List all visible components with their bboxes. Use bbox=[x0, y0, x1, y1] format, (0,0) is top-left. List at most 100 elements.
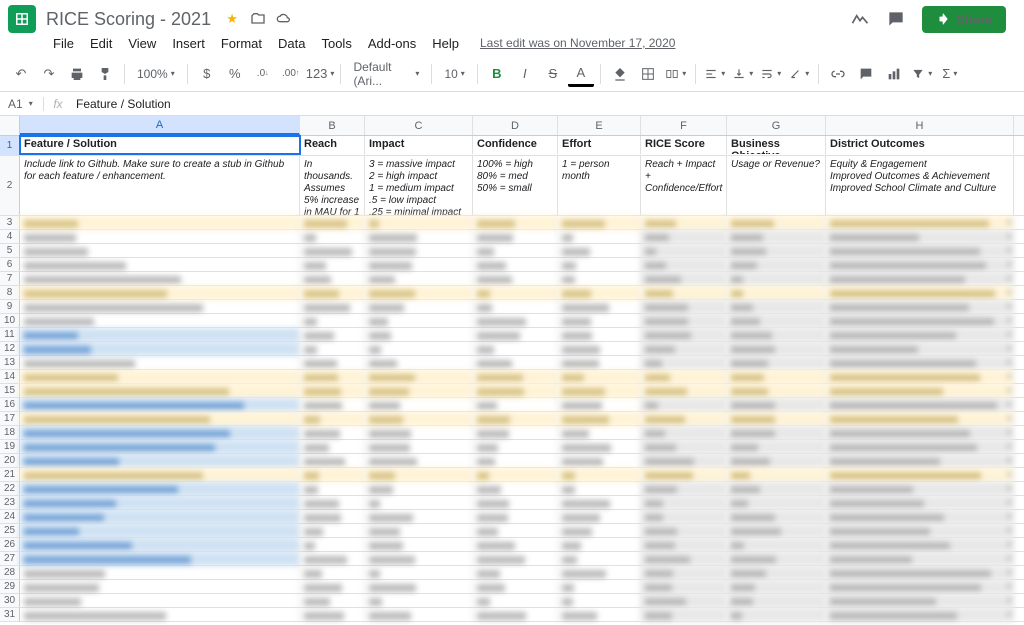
cell-B16[interactable] bbox=[300, 398, 365, 412]
row-header-6[interactable]: 6 bbox=[0, 258, 20, 271]
cell-A14[interactable] bbox=[20, 370, 300, 384]
cell-F6[interactable] bbox=[641, 258, 727, 272]
cell-D9[interactable] bbox=[473, 300, 558, 314]
cell-A27[interactable] bbox=[20, 552, 300, 566]
paint-format-icon[interactable] bbox=[92, 61, 118, 87]
cell-H15[interactable]: ▾ bbox=[826, 384, 1014, 398]
cell-H31[interactable]: ▾ bbox=[826, 608, 1014, 622]
col-header-E[interactable]: E bbox=[558, 116, 641, 135]
cell-G26[interactable] bbox=[727, 538, 826, 552]
cell-B4[interactable] bbox=[300, 230, 365, 244]
cell-D1[interactable]: Confidence bbox=[473, 136, 558, 154]
cell-E21[interactable] bbox=[558, 468, 641, 482]
doc-title[interactable]: RICE Scoring - 2021 bbox=[46, 9, 211, 30]
row-header-1[interactable]: 1 bbox=[0, 136, 20, 155]
cell-G24[interactable] bbox=[727, 510, 826, 524]
cell-H17[interactable]: ▾ bbox=[826, 412, 1014, 426]
cell-H26[interactable]: ▾ bbox=[826, 538, 1014, 552]
cell-E8[interactable] bbox=[558, 286, 641, 300]
cell-A8[interactable] bbox=[20, 286, 300, 300]
print-icon[interactable] bbox=[64, 61, 90, 87]
cell-C12[interactable] bbox=[365, 342, 473, 356]
menu-addons[interactable]: Add-ons bbox=[361, 34, 423, 53]
cell-G13[interactable] bbox=[727, 356, 826, 370]
cell-F25[interactable] bbox=[641, 524, 727, 538]
cell-D14[interactable] bbox=[473, 370, 558, 384]
cell-E3[interactable] bbox=[558, 216, 641, 230]
cell-E28[interactable] bbox=[558, 566, 641, 580]
cell-A17[interactable] bbox=[20, 412, 300, 426]
cell-F22[interactable] bbox=[641, 482, 727, 496]
col-header-D[interactable]: D bbox=[473, 116, 558, 135]
cell-D23[interactable] bbox=[473, 496, 558, 510]
row-header-16[interactable]: 16 bbox=[0, 398, 20, 411]
cell-H23[interactable]: ▾ bbox=[826, 496, 1014, 510]
text-wrap-button[interactable] bbox=[758, 61, 784, 87]
cell-B19[interactable] bbox=[300, 440, 365, 454]
cell-B14[interactable] bbox=[300, 370, 365, 384]
cell-G16[interactable] bbox=[727, 398, 826, 412]
cell-D29[interactable] bbox=[473, 580, 558, 594]
cell-G4[interactable] bbox=[727, 230, 826, 244]
cell-A24[interactable] bbox=[20, 510, 300, 524]
cell-D16[interactable] bbox=[473, 398, 558, 412]
cell-C27[interactable] bbox=[365, 552, 473, 566]
cell-B2[interactable]: In thousands. Assumes 5% increase in MAU… bbox=[300, 156, 365, 215]
cell-C9[interactable] bbox=[365, 300, 473, 314]
cell-C18[interactable] bbox=[365, 426, 473, 440]
cell-F29[interactable] bbox=[641, 580, 727, 594]
cell-H6[interactable]: ▾ bbox=[826, 258, 1014, 272]
cell-H2[interactable]: Equity & Engagement Improved Outcomes & … bbox=[826, 156, 1014, 215]
row-header-24[interactable]: 24 bbox=[0, 510, 20, 523]
share-button[interactable]: Share bbox=[922, 6, 1006, 33]
row-header-28[interactable]: 28 bbox=[0, 566, 20, 579]
cell-D27[interactable] bbox=[473, 552, 558, 566]
cell-G8[interactable] bbox=[727, 286, 826, 300]
row-header-27[interactable]: 27 bbox=[0, 552, 20, 565]
functions-button[interactable]: Σ bbox=[937, 61, 963, 87]
cell-D8[interactable] bbox=[473, 286, 558, 300]
row-header-22[interactable]: 22 bbox=[0, 482, 20, 495]
cell-E16[interactable] bbox=[558, 398, 641, 412]
cell-E15[interactable] bbox=[558, 384, 641, 398]
cell-E27[interactable] bbox=[558, 552, 641, 566]
cell-D6[interactable] bbox=[473, 258, 558, 272]
cell-H11[interactable]: ▾ bbox=[826, 328, 1014, 342]
percent-button[interactable]: % bbox=[222, 61, 248, 87]
cell-G22[interactable] bbox=[727, 482, 826, 496]
menu-help[interactable]: Help bbox=[425, 34, 466, 53]
row-header-13[interactable]: 13 bbox=[0, 356, 20, 369]
cell-B21[interactable] bbox=[300, 468, 365, 482]
cell-C23[interactable] bbox=[365, 496, 473, 510]
cell-G18[interactable] bbox=[727, 426, 826, 440]
cell-F9[interactable] bbox=[641, 300, 727, 314]
cell-B7[interactable] bbox=[300, 272, 365, 286]
cell-D24[interactable] bbox=[473, 510, 558, 524]
cell-D28[interactable] bbox=[473, 566, 558, 580]
cell-H25[interactable]: ▾ bbox=[826, 524, 1014, 538]
menu-format[interactable]: Format bbox=[214, 34, 269, 53]
cell-A3[interactable] bbox=[20, 216, 300, 230]
row-header-26[interactable]: 26 bbox=[0, 538, 20, 551]
cell-B5[interactable] bbox=[300, 244, 365, 258]
cell-B12[interactable] bbox=[300, 342, 365, 356]
cell-E20[interactable] bbox=[558, 454, 641, 468]
cell-C20[interactable] bbox=[365, 454, 473, 468]
cell-E23[interactable] bbox=[558, 496, 641, 510]
cell-C6[interactable] bbox=[365, 258, 473, 272]
row-header-2[interactable]: 2 bbox=[0, 156, 20, 215]
cell-G9[interactable] bbox=[727, 300, 826, 314]
col-header-G[interactable]: G bbox=[727, 116, 826, 135]
cell-C24[interactable] bbox=[365, 510, 473, 524]
col-header-B[interactable]: B bbox=[300, 116, 365, 135]
cell-F11[interactable] bbox=[641, 328, 727, 342]
name-box[interactable]: A1 bbox=[0, 97, 44, 111]
cell-B6[interactable] bbox=[300, 258, 365, 272]
cell-A18[interactable] bbox=[20, 426, 300, 440]
row-header-19[interactable]: 19 bbox=[0, 440, 20, 453]
cell-F31[interactable] bbox=[641, 608, 727, 622]
cell-G21[interactable] bbox=[727, 468, 826, 482]
menu-view[interactable]: View bbox=[121, 34, 163, 53]
cell-E1[interactable]: Effort bbox=[558, 136, 641, 154]
cell-A9[interactable] bbox=[20, 300, 300, 314]
